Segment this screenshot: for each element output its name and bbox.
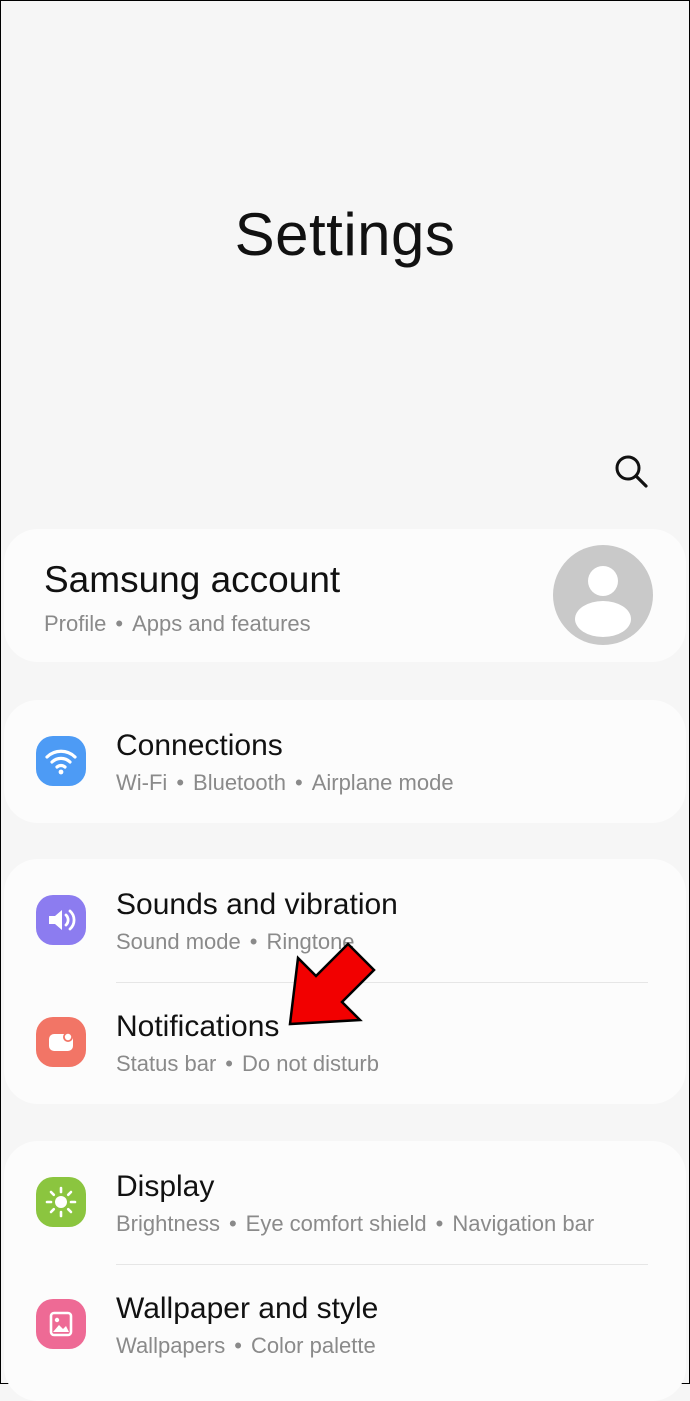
separator-dot: • xyxy=(234,1333,242,1358)
sub-navigation-bar: Navigation bar xyxy=(452,1211,595,1236)
display-wallpaper-card: Display Brightness • Eye comfort shield • Na… xyxy=(4,1141,686,1401)
item-subtitle: Status bar • Do not disturb xyxy=(116,1051,379,1077)
separator-dot: • xyxy=(249,929,258,954)
sounds-icon-box xyxy=(36,895,86,945)
settings-item-connections[interactable]: Connections Wi-Fi • Bluetooth • Airplane mod… xyxy=(4,700,686,823)
settings-item-wallpaper[interactable]: Wallpaper and style Wallpapers • Color pal… xyxy=(4,1263,686,1386)
sub-eye-comfort-shield: Eye comfort shield xyxy=(245,1211,427,1236)
account-title: Samsung account xyxy=(44,559,341,600)
separator-dot: • xyxy=(115,611,124,636)
separator-dot: • xyxy=(294,770,303,795)
separator-dot: • xyxy=(435,1211,444,1236)
sub-color-palette: Color palette xyxy=(250,1333,376,1358)
item-subtitle: Wi-Fi • Bluetooth • Airplane mode xyxy=(116,770,454,796)
sub-do-not-disturb: Do not disturb xyxy=(241,1051,379,1076)
search-button[interactable] xyxy=(610,450,652,492)
notifications-icon-box xyxy=(36,1017,86,1067)
account-sub-profile: Profile xyxy=(44,611,107,636)
page-title: Settings xyxy=(234,201,456,268)
connections-icon-box xyxy=(36,736,86,786)
sub-wifi: Wi-Fi xyxy=(116,770,168,795)
account-sub-apps: Apps and features xyxy=(132,611,311,636)
sub-brightness: Brightness xyxy=(116,1211,220,1236)
connections-card: Connections Wi-Fi • Bluetooth • Airplane mod… xyxy=(4,700,686,823)
display-icon-box xyxy=(36,1177,86,1227)
item-subtitle: Wallpapers • Color palette xyxy=(116,1333,376,1359)
sub-bluetooth: Bluetooth xyxy=(193,770,286,795)
sub-status-bar: Status bar xyxy=(116,1051,217,1076)
person-icon xyxy=(575,566,631,637)
separator-dot: • xyxy=(176,770,185,795)
item-subtitle: Brightness • Eye comfort shield • Navigation… xyxy=(116,1211,594,1237)
separator-dot: • xyxy=(225,1051,233,1076)
sun-icon xyxy=(45,1186,77,1218)
sub-ringtone: Ringtone xyxy=(266,929,355,954)
sub-airplane-mode: Airplane mode xyxy=(311,770,454,795)
settings-item-notifications[interactable]: Notifications Status bar • Do not disturb xyxy=(4,981,686,1104)
wallpaper-icon-box xyxy=(36,1299,86,1349)
account-subtitle: Profile • Apps and features xyxy=(44,611,311,637)
separator-dot: • xyxy=(228,1211,237,1236)
item-label: Notifications xyxy=(116,1010,280,1043)
volume-icon xyxy=(49,909,76,931)
item-label: Display xyxy=(116,1170,215,1203)
avatar[interactable] xyxy=(553,545,653,645)
sounds-notifications-card: Sounds and vibration Sound mode • Ringtone… xyxy=(4,859,686,1104)
settings-item-display[interactable]: Display Brightness • Eye comfort shield • Na… xyxy=(4,1141,686,1264)
wifi-icon xyxy=(45,749,77,775)
sub-wallpapers: Wallpapers xyxy=(116,1333,226,1358)
item-label: Sounds and vibration xyxy=(116,888,398,921)
sub-sound-mode: Sound mode xyxy=(116,929,241,954)
notification-icon xyxy=(49,1032,73,1051)
samsung-account-card[interactable]: Samsung account Profile • Apps and feature… xyxy=(4,529,686,662)
settings-item-sounds[interactable]: Sounds and vibration Sound mode • Ringtone xyxy=(4,859,686,982)
wallpaper-icon xyxy=(49,1311,73,1337)
item-label: Wallpaper and style xyxy=(116,1292,379,1325)
search-icon xyxy=(615,455,648,488)
item-subtitle: Sound mode • Ringtone xyxy=(116,929,355,955)
item-label: Connections xyxy=(116,729,283,762)
